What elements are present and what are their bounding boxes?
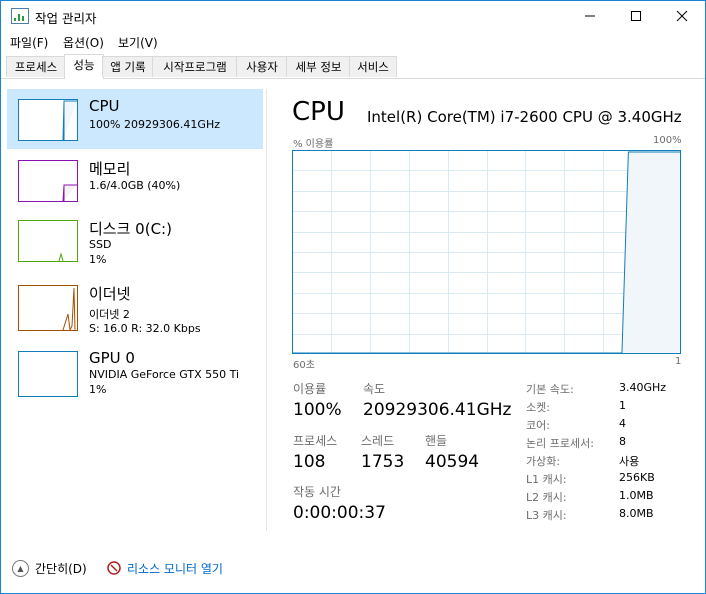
sidebar-item-detail: NVIDIA GeForce GTX 550 Ti	[89, 368, 240, 381]
close-icon	[676, 10, 688, 22]
maximize-button[interactable]	[613, 1, 659, 31]
cores-value: 4	[619, 417, 626, 430]
sidebar-item-title: CPU	[89, 97, 120, 115]
memory-thumbnail-graph	[18, 160, 78, 202]
cpu-model-name: Intel(R) Core(TM) i7-2600 CPU @ 3.40GHz	[367, 108, 682, 126]
maximize-icon	[631, 11, 641, 21]
minimize-button[interactable]	[567, 1, 613, 31]
task-manager-window: 작업 관리자 파일(F) 옵션(O) 보기(V) 프로세스 성능 앱 기록 시작…	[0, 0, 706, 594]
sidebar-item-detail: 1.6/4.0GB (40%)	[89, 179, 181, 192]
ethernet-thumbnail-graph	[18, 285, 78, 331]
sidebar-item-cpu[interactable]: CPU 100% 20929306.41GHz	[7, 89, 263, 149]
base-speed-value: 3.40GHz	[619, 381, 667, 394]
sidebar-item-ethernet[interactable]: 이더넷 이더넷 2 S: 16.0 R: 32.0 Kbps	[7, 275, 263, 339]
sockets-label: 소켓:	[526, 401, 550, 414]
chevron-up-icon: ▲	[12, 559, 29, 577]
cpu-thumbnail-graph	[18, 99, 78, 141]
sidebar-item-memory[interactable]: 메모리 1.6/4.0GB (40%)	[7, 150, 263, 210]
title-bar[interactable]: 작업 관리자	[1, 1, 705, 31]
l1-cache-label: L1 캐시:	[526, 473, 567, 486]
window-title: 작업 관리자	[35, 11, 97, 26]
logical-processors-value: 8	[619, 435, 626, 448]
tab-startup[interactable]: 시작프로그램	[152, 56, 238, 77]
l3-cache-label: L3 캐시:	[526, 509, 567, 522]
sidebar-item-title: 이더넷	[89, 285, 131, 303]
processes-value: 108	[293, 452, 326, 472]
virtualization-value: 사용	[619, 455, 640, 468]
sidebar-item-title: 디스크 0(C:)	[89, 220, 172, 238]
sidebar-item-detail: SSD	[89, 238, 112, 251]
collapse-label: 간단히(D)	[35, 561, 87, 576]
handles-value: 40594	[425, 452, 480, 472]
gpu-thumbnail-graph	[18, 351, 78, 397]
l1-cache-value: 256KB	[619, 471, 655, 484]
tab-users[interactable]: 사용자	[236, 56, 288, 77]
menu-view[interactable]: 보기(V)	[118, 34, 158, 51]
tab-performance[interactable]: 성능	[64, 54, 104, 79]
cpu-usage-graph	[292, 150, 681, 354]
processes-label: 프로세스	[293, 434, 338, 448]
tab-processes[interactable]: 프로세스	[6, 56, 66, 77]
sidebar-item-disk[interactable]: 디스크 0(C:) SSD 1%	[7, 210, 263, 270]
task-manager-app-icon	[11, 8, 29, 24]
resource-monitor-link[interactable]: 리소스 모니터 열기	[107, 558, 223, 578]
tab-details[interactable]: 세부 정보	[286, 56, 351, 77]
threads-label: 스레드	[361, 434, 395, 448]
l2-cache-label: L2 캐시:	[526, 491, 567, 504]
minimize-icon	[585, 15, 595, 17]
l2-cache-value: 1.0MB	[619, 489, 654, 502]
menu-file[interactable]: 파일(F)	[10, 34, 48, 51]
graph-x-end-label: 1	[675, 356, 682, 367]
graph-y-label: % 이용률	[293, 139, 334, 150]
resource-monitor-icon	[107, 561, 121, 575]
menu-options[interactable]: 옵션(O)	[63, 34, 104, 51]
handles-label: 핸들	[425, 434, 448, 448]
logical-processors-label: 논리 프로세서:	[526, 437, 594, 450]
uptime-label: 작동 시간	[293, 485, 341, 499]
speed-value: 20929306.41GHz	[363, 400, 512, 420]
tab-app-history[interactable]: 앱 기록	[102, 56, 154, 77]
collapse-button[interactable]: ▲ 간단히(D)	[12, 558, 87, 578]
graph-y-max-label: 100%	[653, 135, 682, 146]
base-speed-label: 기본 속도:	[526, 383, 574, 396]
usage-value: 100%	[293, 400, 342, 420]
graph-x-start-label: 60초	[293, 360, 315, 371]
disk-thumbnail-graph	[18, 220, 78, 262]
close-button[interactable]	[659, 1, 705, 31]
l3-cache-value: 8.0MB	[619, 507, 654, 520]
usage-label: 이용률	[293, 382, 327, 396]
sockets-value: 1	[619, 399, 626, 412]
panel-divider[interactable]	[266, 89, 267, 531]
threads-value: 1753	[361, 452, 405, 472]
sidebar-item-detail-2: 1%	[89, 253, 107, 266]
tab-services[interactable]: 서비스	[349, 56, 397, 77]
cores-label: 코어:	[526, 419, 550, 432]
speed-label: 속도	[363, 382, 386, 396]
sidebar-item-title: 메모리	[89, 160, 131, 178]
page-title: CPU	[292, 97, 345, 127]
sidebar-item-title: GPU 0	[89, 349, 135, 367]
sidebar-item-detail: 이더넷 2	[89, 308, 130, 321]
menu-bar: 파일(F) 옵션(O) 보기(V)	[1, 31, 705, 53]
tab-bar: 프로세스 성능 앱 기록 시작프로그램 사용자 세부 정보 서비스	[1, 54, 705, 79]
resource-monitor-label: 리소스 모니터 열기	[127, 561, 223, 576]
sidebar-item-detail-2: 1%	[89, 383, 107, 396]
performance-sidebar: CPU 100% 20929306.41GHz 메모리 1.6/4.0GB (4…	[7, 87, 263, 527]
sidebar-item-detail-2: S: 16.0 R: 32.0 Kbps	[89, 322, 201, 335]
uptime-value: 0:00:00:37	[293, 503, 386, 523]
virtualization-label: 가상화:	[526, 455, 561, 468]
sidebar-item-detail: 100% 20929306.41GHz	[89, 118, 220, 131]
sidebar-item-gpu[interactable]: GPU 0 NVIDIA GeForce GTX 550 Ti 1%	[7, 341, 263, 401]
